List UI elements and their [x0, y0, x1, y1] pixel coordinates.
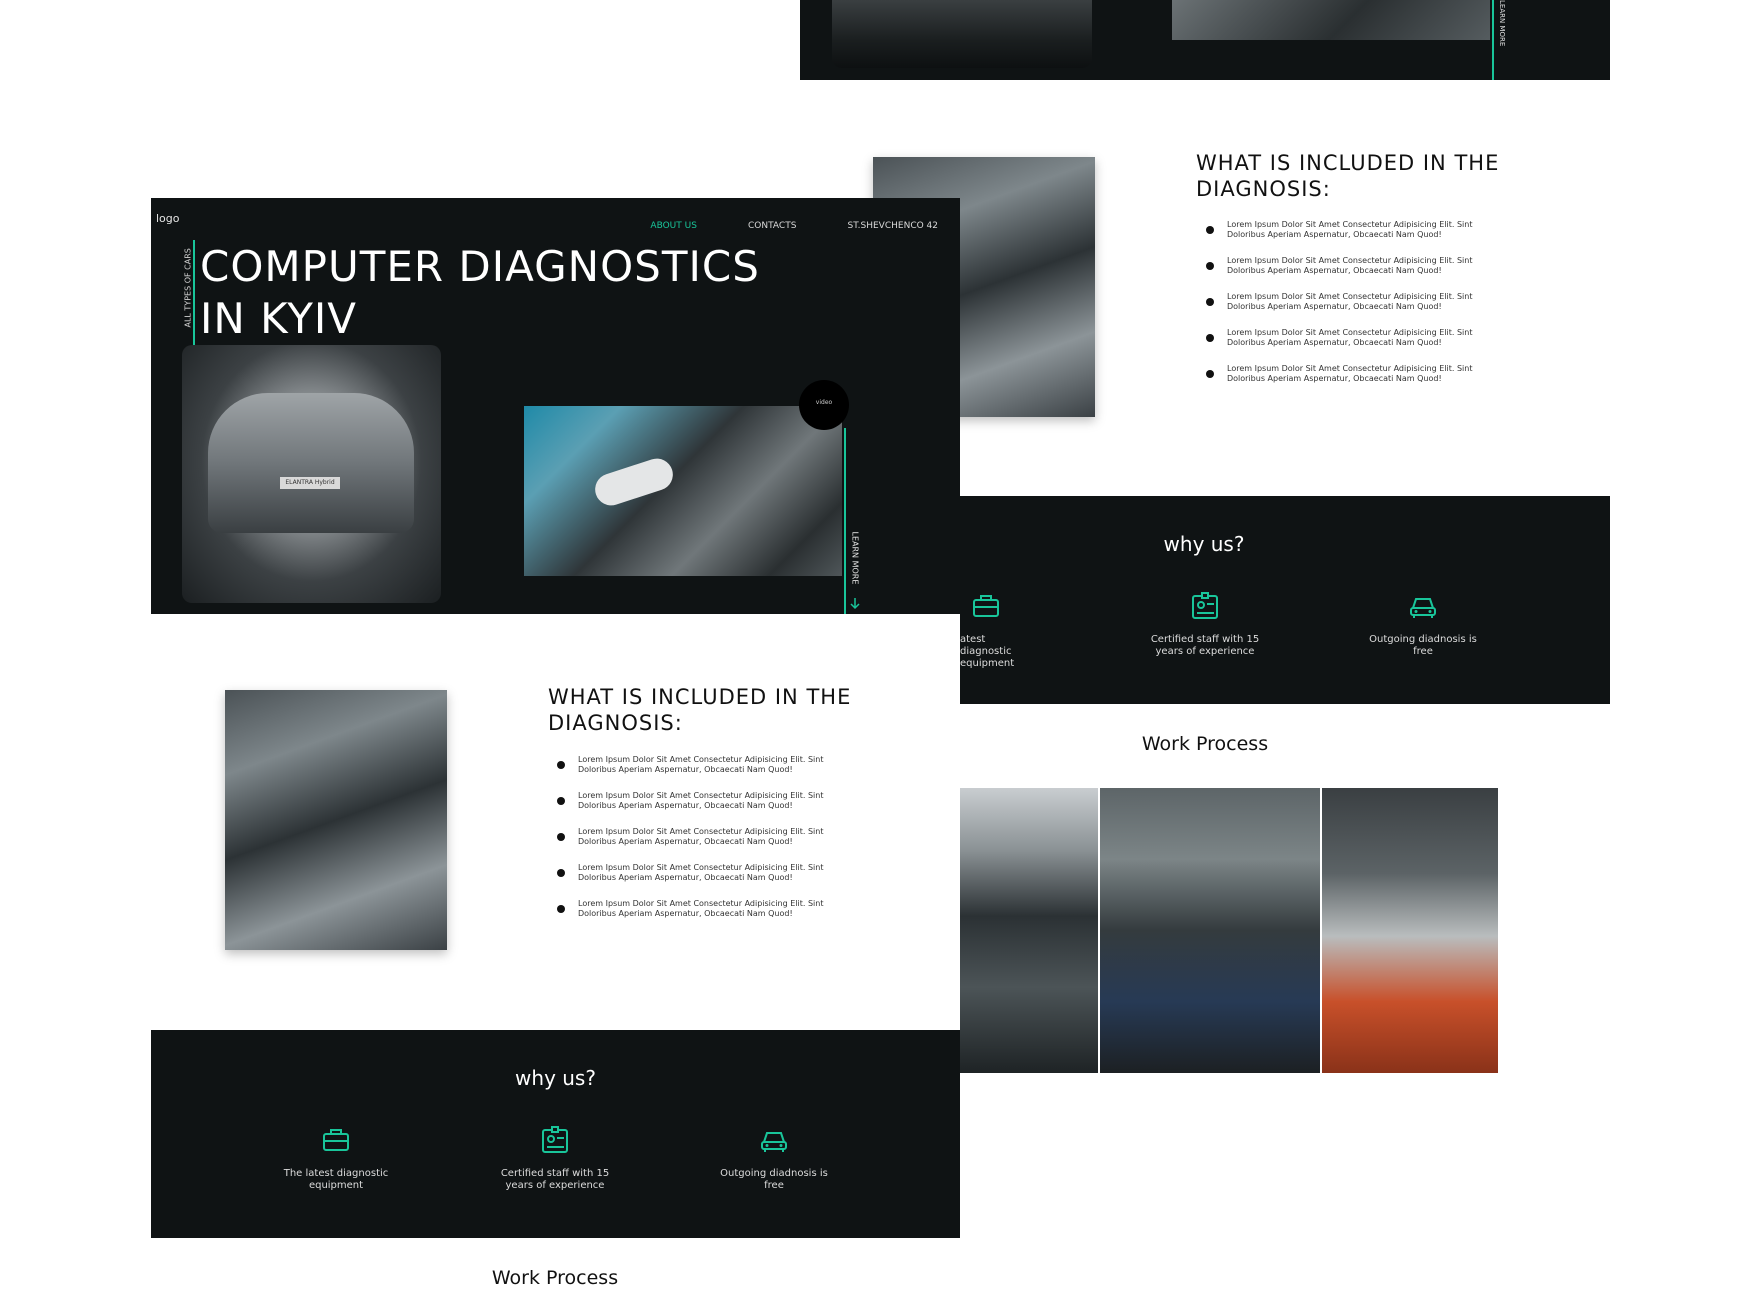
- work-photo-mechanic: [1100, 788, 1320, 1073]
- front-why-title: why us?: [515, 1066, 596, 1090]
- front-why-item-staff: Certified staff with 15 years of experie…: [500, 1124, 610, 1192]
- logo[interactable]: logo: [156, 212, 180, 225]
- id-card-icon: [542, 1126, 568, 1153]
- car-icon: [761, 1132, 787, 1152]
- work-photo-engine: [960, 788, 1098, 1073]
- front-mechanic-photo: [225, 690, 447, 950]
- front-why-item-free: Outgoing diadnosis is free: [719, 1124, 829, 1192]
- check-icon: [557, 797, 565, 805]
- hero-title-line1: COMPUTER DIAGNOSTICS: [200, 242, 760, 291]
- nav-about-us[interactable]: ABOUT US: [650, 221, 697, 231]
- list-item: Lorem Ipsum Dolor Sit Amet Consectetur A…: [557, 827, 827, 847]
- top-hero-strip: LEARN MORE: [800, 0, 1610, 80]
- hero-engine-photo: [524, 406, 842, 576]
- nav-address[interactable]: ST.SHEVCHENCO 42: [848, 221, 938, 231]
- learn-more-link[interactable]: LEARN MORE: [848, 532, 862, 612]
- list-item: Lorem Ipsum Dolor Sit Amet Consectetur A…: [557, 755, 827, 775]
- front-work-process-title: Work Process: [491, 1267, 619, 1289]
- front-why-section: why us? The latest diagnostic equipment …: [151, 1030, 960, 1238]
- check-icon: [1206, 226, 1214, 234]
- back-why-item-staff: Certified staff with 15 years of experie…: [1150, 590, 1260, 658]
- hero-title-line2: IN KYIV: [200, 294, 357, 343]
- front-why-item-equipment: The latest diagnostic equipment: [281, 1124, 391, 1192]
- list-item: Lorem Ipsum Dolor Sit Amet Consectetur A…: [1206, 220, 1476, 240]
- front-included-title: WHAT IS INCLUDED IN THE DIAGNOSIS:: [548, 685, 852, 735]
- back-work-process-title: Work Process: [1141, 733, 1269, 755]
- list-item: Lorem Ipsum Dolor Sit Amet Consectetur A…: [557, 899, 827, 919]
- check-icon: [557, 905, 565, 913]
- list-item: Lorem Ipsum Dolor Sit Amet Consectetur A…: [557, 791, 827, 811]
- car-icon: [1410, 598, 1436, 618]
- top-car-photo: [832, 0, 1092, 68]
- car-body: [208, 393, 414, 533]
- check-icon: [557, 869, 565, 877]
- back-why-item-equipment: atest diagnostic equipment: [960, 590, 1032, 670]
- video-button[interactable]: video: [799, 380, 849, 430]
- list-item: Lorem Ipsum Dolor Sit Amet Consectetur A…: [1206, 292, 1476, 312]
- back-why-title: why us?: [1163, 532, 1245, 556]
- nav-contacts[interactable]: CONTACTS: [748, 221, 796, 231]
- license-plate: ELANTRA Hybrid: [280, 477, 340, 489]
- front-hero-section: logo ABOUT US CONTACTS ST.SHEVCHENCO 42 …: [151, 198, 960, 614]
- list-item: Lorem Ipsum Dolor Sit Amet Consectetur A…: [1206, 364, 1476, 384]
- toolbox-icon: [973, 595, 999, 617]
- back-bullet-list: Lorem Ipsum Dolor Sit Amet Consectetur A…: [1206, 220, 1476, 400]
- top-accent-line: [1492, 0, 1494, 80]
- check-icon: [1206, 370, 1214, 378]
- back-why-section: why us? atest diagnostic equipment Certi…: [960, 496, 1610, 704]
- gloved-hand: [591, 454, 677, 510]
- work-photo-laptop: [1322, 788, 1498, 1073]
- toolbox-icon: [323, 1129, 349, 1151]
- front-bullet-list: Lorem Ipsum Dolor Sit Amet Consectetur A…: [557, 755, 827, 935]
- top-engine-photo: [1172, 0, 1490, 40]
- id-card-icon: [1192, 592, 1218, 619]
- check-icon: [557, 761, 565, 769]
- check-icon: [557, 833, 565, 841]
- hero-right-accent-line: [844, 428, 846, 614]
- check-icon: [1206, 298, 1214, 306]
- check-icon: [1206, 334, 1214, 342]
- check-icon: [1206, 262, 1214, 270]
- list-item: Lorem Ipsum Dolor Sit Amet Consectetur A…: [557, 863, 827, 883]
- hero-car-photo: ELANTRA Hybrid: [182, 345, 441, 603]
- top-learn-more[interactable]: LEARN MORE: [1496, 0, 1508, 68]
- back-why-item-free: Outgoing diadnosis is free: [1368, 590, 1478, 658]
- arrow-down-icon: [850, 598, 860, 610]
- back-included-title: WHAT IS INCLUDED IN THE DIAGNOSIS:: [1196, 151, 1500, 201]
- main-nav: ABOUT US CONTACTS ST.SHEVCHENCO 42: [604, 213, 938, 232]
- list-item: Lorem Ipsum Dolor Sit Amet Consectetur A…: [1206, 256, 1476, 276]
- list-item: Lorem Ipsum Dolor Sit Amet Consectetur A…: [1206, 328, 1476, 348]
